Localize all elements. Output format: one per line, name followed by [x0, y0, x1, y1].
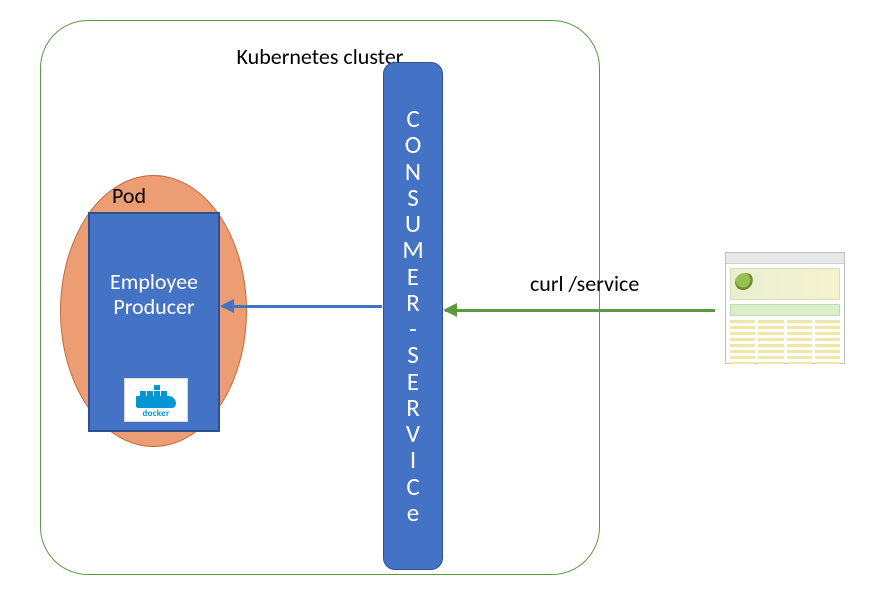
curl-request-label: curl /service: [530, 270, 639, 297]
employee-producer-label: Employee Producer: [90, 269, 218, 320]
consumer-service-label: C O N S U M E R - S E R V I C e: [402, 106, 423, 526]
cluster-title: Kubernetes cluster: [237, 43, 404, 70]
docker-whale-glyph: [136, 388, 176, 408]
employee-producer-box: Employee Producer docker: [88, 212, 220, 432]
pod-label: Pod: [112, 182, 146, 209]
employee-producer-line2: Producer: [113, 293, 194, 320]
consumer-service-box: C O N S U M E R - S E R V I C e: [383, 62, 443, 570]
employee-producer-line1: Employee: [110, 268, 198, 295]
client-browser-icon: [725, 252, 845, 364]
docker-icon: docker: [124, 378, 188, 422]
docker-word: docker: [142, 408, 169, 419]
